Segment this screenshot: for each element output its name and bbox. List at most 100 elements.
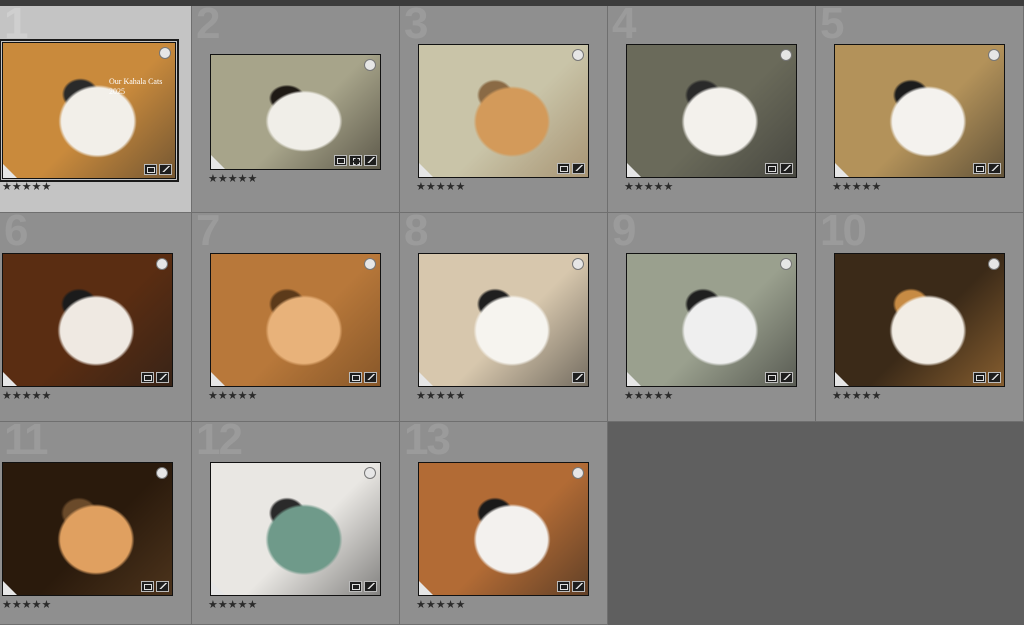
pick-flag-icon[interactable] xyxy=(780,258,792,270)
thumbnail[interactable] xyxy=(834,253,1005,387)
grid-cell[interactable]: 6 ★★★★★ xyxy=(0,213,192,422)
thumbnail[interactable] xyxy=(626,44,797,178)
photo-caption: Our Kahala Cats 2025 xyxy=(109,77,162,97)
edit-icon[interactable] xyxy=(572,163,585,174)
photo xyxy=(211,55,380,169)
thumbnail[interactable] xyxy=(418,462,589,596)
star-rating[interactable]: ★★★★★ xyxy=(416,391,465,402)
pick-flag-icon[interactable] xyxy=(159,47,171,59)
cell-index: 1 xyxy=(4,6,29,48)
thumbnail[interactable] xyxy=(626,253,797,387)
star-rating[interactable]: ★★★★★ xyxy=(208,391,257,402)
crop-icon[interactable] xyxy=(973,163,986,174)
corner-icon xyxy=(835,372,849,386)
edit-icon[interactable] xyxy=(988,372,1001,383)
badge-group xyxy=(765,163,793,174)
edit-icon[interactable] xyxy=(572,581,585,592)
star-rating[interactable]: ★★★★★ xyxy=(2,600,51,611)
thumbnail[interactable] xyxy=(418,44,589,178)
pick-flag-icon[interactable] xyxy=(156,258,168,270)
crop-icon[interactable] xyxy=(765,372,778,383)
edit-icon[interactable] xyxy=(156,372,169,383)
photo xyxy=(835,45,1004,177)
grid-cell[interactable]: 12 ★★★★★ xyxy=(192,422,400,625)
caption-line: 2025 xyxy=(109,87,125,96)
grid-cell[interactable]: 1 Our Kahala Cats 2025 ★★★★★ xyxy=(0,6,192,213)
edit-icon[interactable] xyxy=(780,372,793,383)
edit-icon[interactable] xyxy=(159,164,172,175)
grid-cell[interactable]: 13 ★★★★★ xyxy=(400,422,608,625)
star-rating[interactable]: ★★★★★ xyxy=(416,182,465,193)
corner-icon xyxy=(3,164,17,178)
star-rating[interactable]: ★★★★★ xyxy=(832,391,881,402)
crop-icon[interactable] xyxy=(973,372,986,383)
corner-icon xyxy=(835,163,849,177)
crop-icon[interactable] xyxy=(557,163,570,174)
edit-icon[interactable] xyxy=(780,163,793,174)
grid-cell[interactable]: 8 ★★★★★ xyxy=(400,213,608,422)
star-rating[interactable]: ★★★★★ xyxy=(416,600,465,611)
pick-flag-icon[interactable] xyxy=(364,59,376,71)
grid-cell[interactable]: 5 ★★★★★ xyxy=(816,6,1024,213)
grid-cell[interactable]: 4 ★★★★★ xyxy=(608,6,816,213)
pick-flag-icon[interactable] xyxy=(364,467,376,479)
photo xyxy=(627,254,796,386)
thumbnail[interactable] xyxy=(210,462,381,596)
edit-icon[interactable] xyxy=(156,581,169,592)
crop-icon[interactable] xyxy=(765,163,778,174)
thumbnail[interactable] xyxy=(210,253,381,387)
edit-icon[interactable] xyxy=(572,372,585,383)
edit-icon[interactable] xyxy=(364,155,377,166)
grid-cell[interactable]: 10 ★★★★★ xyxy=(816,213,1024,422)
crop-icon[interactable] xyxy=(349,581,362,592)
edit-icon[interactable] xyxy=(364,372,377,383)
star-rating[interactable]: ★★★★★ xyxy=(208,600,257,611)
pick-flag-icon[interactable] xyxy=(572,467,584,479)
thumbnail[interactable] xyxy=(418,253,589,387)
grid-cell[interactable]: 2 ★★★★★ xyxy=(192,6,400,213)
photo xyxy=(3,463,172,595)
badge-group xyxy=(334,155,377,166)
grid-cell[interactable]: 11 ★★★★★ xyxy=(0,422,192,625)
corner-icon xyxy=(211,581,225,595)
crop-icon[interactable] xyxy=(334,155,347,166)
edit-icon[interactable] xyxy=(988,163,1001,174)
pick-flag-icon[interactable] xyxy=(364,258,376,270)
star-rating[interactable]: ★★★★★ xyxy=(624,182,673,193)
thumbnail[interactable] xyxy=(2,253,173,387)
photo xyxy=(3,254,172,386)
edit-icon[interactable] xyxy=(364,581,377,592)
thumbnail[interactable] xyxy=(210,54,381,170)
photo xyxy=(3,43,175,178)
thumbnail[interactable] xyxy=(2,462,173,596)
star-rating[interactable]: ★★★★★ xyxy=(2,391,51,402)
caption-line: Our Kahala Cats xyxy=(109,77,163,86)
corner-icon xyxy=(211,372,225,386)
grid-cell[interactable]: 3 ★★★★★ xyxy=(400,6,608,213)
star-rating[interactable]: ★★★★★ xyxy=(208,174,257,185)
pick-flag-icon[interactable] xyxy=(988,258,1000,270)
star-rating[interactable]: ★★★★★ xyxy=(2,182,51,193)
pick-flag-icon[interactable] xyxy=(988,49,1000,61)
virtual-copy-icon[interactable] xyxy=(349,155,362,166)
crop-icon[interactable] xyxy=(141,372,154,383)
pick-flag-icon[interactable] xyxy=(572,258,584,270)
badge-group xyxy=(349,581,377,592)
pick-flag-icon[interactable] xyxy=(156,467,168,479)
pick-flag-icon[interactable] xyxy=(572,49,584,61)
crop-icon[interactable] xyxy=(557,581,570,592)
crop-icon[interactable] xyxy=(144,164,157,175)
cell-index: 11 xyxy=(4,422,48,464)
crop-icon[interactable] xyxy=(141,581,154,592)
badge-group xyxy=(141,581,169,592)
grid-cell[interactable]: 9 ★★★★★ xyxy=(608,213,816,422)
pick-flag-icon[interactable] xyxy=(780,49,792,61)
star-rating[interactable]: ★★★★★ xyxy=(624,391,673,402)
crop-icon[interactable] xyxy=(349,372,362,383)
grid-cell[interactable]: 7 ★★★★★ xyxy=(192,213,400,422)
cell-index: 9 xyxy=(612,213,637,255)
star-rating[interactable]: ★★★★★ xyxy=(832,182,881,193)
thumbnail[interactable] xyxy=(834,44,1005,178)
thumbnail[interactable]: Our Kahala Cats 2025 xyxy=(0,39,179,182)
corner-icon xyxy=(3,372,17,386)
